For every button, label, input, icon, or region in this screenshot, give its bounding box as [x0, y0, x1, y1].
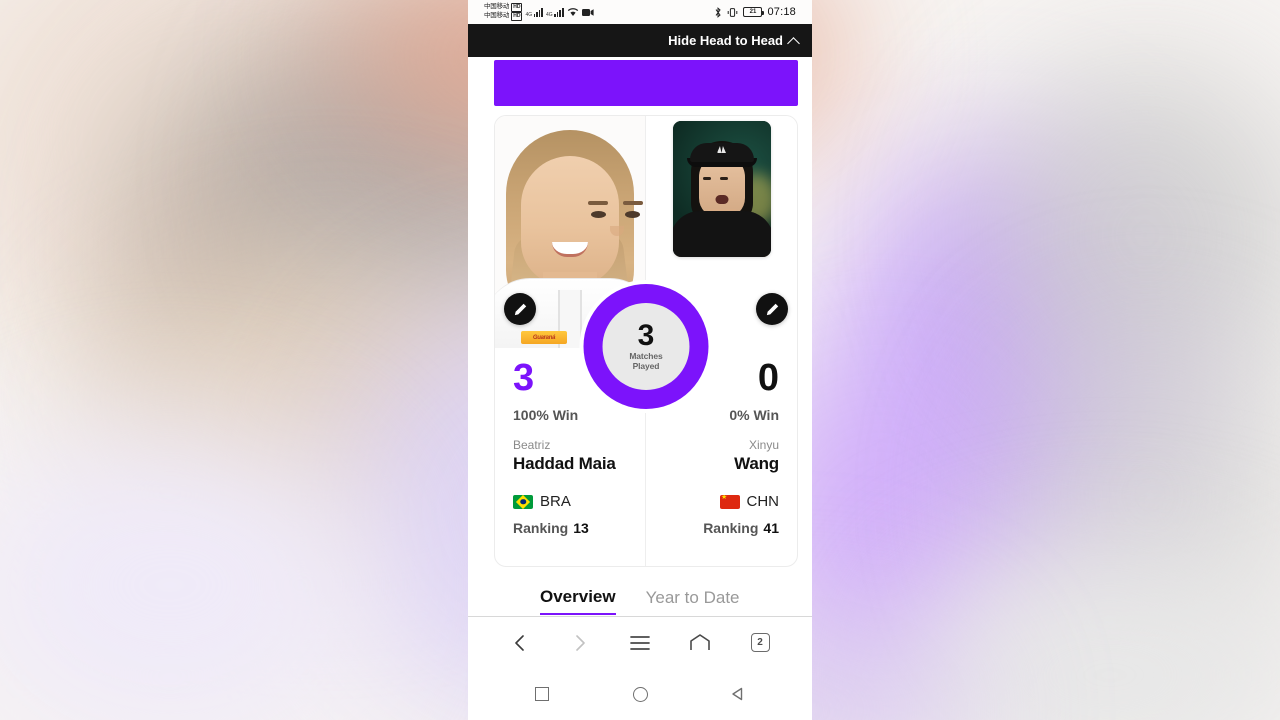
- chevron-up-icon: [789, 36, 798, 45]
- forward-icon: [576, 634, 585, 651]
- browser-tabs-button[interactable]: 2: [743, 626, 777, 660]
- android-back-button[interactable]: [725, 681, 751, 707]
- hd-badge-sim2: HD: [511, 12, 523, 21]
- edit-player-right-button[interactable]: [756, 293, 788, 325]
- network-type-sim2: 4G: [545, 11, 553, 18]
- tab-bar: Overview Year to Date: [468, 567, 812, 615]
- status-bar: 中国移动 HD 中国移动 HD 4G 4G 21 07:18: [468, 0, 812, 24]
- head-to-head-card: Guaraná 3 100% Win Beatriz Haddad Maia B…: [494, 115, 798, 567]
- menu-icon: [630, 635, 650, 650]
- edit-player-left-button[interactable]: [504, 293, 536, 325]
- browser-menu-button[interactable]: [623, 626, 657, 660]
- screen-record-icon: [581, 8, 594, 16]
- player-name-right[interactable]: Xinyu Wang CHN Ranking41: [703, 438, 779, 536]
- vibrate-icon: [728, 7, 738, 17]
- carrier-name-sim1: 中国移动: [484, 3, 510, 11]
- android-recents-button[interactable]: [529, 681, 555, 707]
- country-code-left: BRA: [540, 493, 571, 511]
- first-name-left: Beatriz: [513, 438, 551, 452]
- signal-icon-sim2: 4G: [545, 7, 564, 18]
- matches-played-donut: 3 Matches Played: [583, 284, 709, 409]
- flag-brazil-icon: [513, 494, 533, 509]
- triangle-icon: [732, 687, 743, 701]
- circle-icon: [632, 686, 648, 702]
- android-nav-bar: [468, 668, 812, 720]
- battery-icon: 21: [743, 7, 765, 17]
- last-name-right: Wang: [734, 454, 779, 473]
- country-row-left: BRA: [513, 493, 616, 510]
- flag-china-icon: [719, 494, 740, 509]
- wifi-icon: [567, 8, 578, 16]
- tab-count-label: 2: [750, 633, 770, 652]
- bluetooth-icon: [716, 6, 722, 18]
- ranking-value-left: 13: [573, 520, 589, 537]
- wins-left: 3: [513, 357, 535, 399]
- ranking-value-right: 41: [763, 520, 779, 537]
- matches-played-label-line2: Played: [632, 361, 660, 371]
- back-icon: [515, 634, 524, 651]
- player-name-left[interactable]: Beatriz Haddad Maia BRA Ranking 13: [513, 438, 616, 536]
- home-icon: [690, 634, 710, 650]
- last-name-left: Haddad Maia: [513, 454, 616, 473]
- network-type-sim1: 4G: [525, 11, 533, 18]
- carrier-name-sim2: 中国移动: [484, 12, 510, 20]
- matches-played-label: Matches Played: [629, 352, 662, 371]
- phone-screen: 中国移动 HD 中国移动 HD 4G 4G 21 07:18 Hide Head…: [468, 0, 812, 720]
- browser-home-button[interactable]: [683, 626, 717, 660]
- hd-badge-sim1: HD: [511, 3, 523, 12]
- wins-right: 0: [757, 357, 779, 399]
- win-pct-right: 0% Win: [729, 407, 779, 423]
- hide-head-to-head-button[interactable]: Hide Head to Head: [668, 33, 798, 48]
- win-pct-left: 100% Win: [513, 407, 579, 423]
- square-icon: [535, 687, 549, 701]
- tab-overview[interactable]: Overview: [540, 587, 616, 615]
- android-home-button[interactable]: [627, 681, 653, 707]
- signal-icon-sim1: 4G: [525, 7, 543, 18]
- pencil-icon: [766, 303, 778, 315]
- stat-left: 3 100% Win: [513, 359, 578, 423]
- status-bar-clock: 07:18: [767, 6, 796, 18]
- country-row-right: CHN: [703, 493, 779, 510]
- browser-forward-button[interactable]: [563, 626, 597, 660]
- hide-head-to-head-label: Hide Head to Head: [668, 33, 783, 48]
- stat-right: 0 0% Win: [729, 359, 779, 423]
- browser-toolbar: 2: [468, 616, 812, 668]
- pencil-icon: [514, 303, 526, 315]
- ranking-left: Ranking 13: [513, 520, 616, 536]
- first-name-right: Xinyu: [748, 438, 779, 452]
- carrier-info: 中国移动 HD 中国移动 HD: [484, 3, 523, 21]
- tab-year-to-date[interactable]: Year to Date: [646, 588, 740, 614]
- ranking-right: Ranking 41: [703, 520, 779, 536]
- dark-header-bar: Hide Head to Head: [468, 24, 812, 57]
- ranking-label-left: Ranking: [513, 520, 569, 537]
- purple-banner[interactable]: [494, 60, 798, 106]
- browser-back-button[interactable]: [503, 626, 537, 660]
- ranking-label-right: Ranking: [703, 520, 759, 537]
- matches-played-count: 3: [637, 319, 655, 353]
- country-code-right: CHN: [746, 493, 780, 511]
